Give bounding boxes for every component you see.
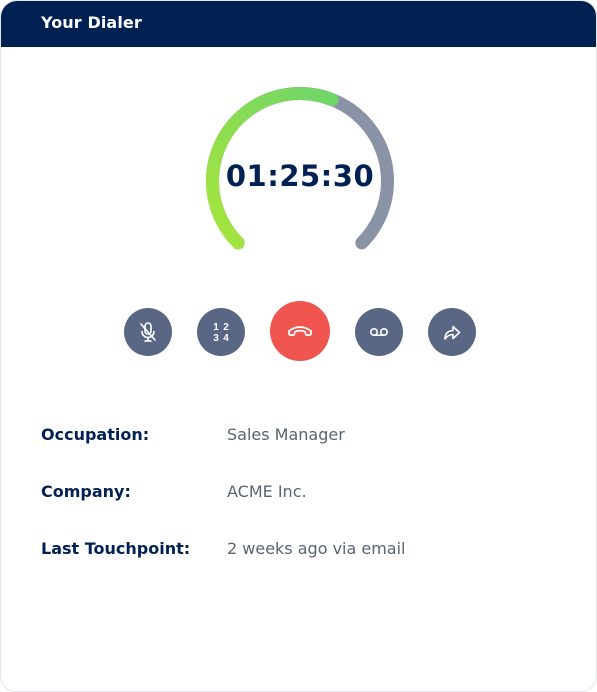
voicemail-button[interactable] <box>355 308 403 356</box>
detail-value: Sales Manager <box>227 425 345 444</box>
call-controls: 1 2 3 4 <box>1 301 596 361</box>
forward-icon <box>444 325 461 340</box>
keypad-button[interactable]: 1 2 3 4 <box>197 308 245 356</box>
end-call-button[interactable] <box>270 301 330 361</box>
phone-hangup-icon <box>288 326 312 336</box>
dialer-header: Your Dialer <box>1 1 596 47</box>
mute-button[interactable] <box>124 308 172 356</box>
detail-value: 2 weeks ago via email <box>227 539 406 558</box>
keypad-digit: 3 <box>213 333 219 344</box>
detail-row-last-touchpoint: Last Touchpoint: 2 weeks ago via email <box>41 539 561 596</box>
call-timer: 01:25:30 <box>200 81 400 281</box>
dialer-card: Your Dialer 01:25:30 1 2 3 4 Occupation:… <box>0 0 597 692</box>
detail-row-occupation: Occupation: Sales Manager <box>41 425 561 482</box>
timer-display: 01:25:30 <box>225 159 375 193</box>
detail-label: Company: <box>41 482 131 501</box>
transfer-button[interactable] <box>428 308 476 356</box>
detail-value: ACME Inc. <box>227 482 307 501</box>
voicemail-icon <box>369 328 389 337</box>
keypad-icon: 1 2 3 4 <box>213 322 229 344</box>
dialer-title: Your Dialer <box>41 13 142 32</box>
contact-details: Occupation: Sales Manager Company: ACME … <box>41 425 561 596</box>
detail-label: Occupation: <box>41 425 150 444</box>
keypad-digit: 4 <box>223 333 229 344</box>
keypad-digit: 2 <box>223 322 229 333</box>
keypad-digit: 1 <box>213 322 219 333</box>
detail-row-company: Company: ACME Inc. <box>41 482 561 539</box>
detail-label: Last Touchpoint: <box>41 539 191 558</box>
mic-off-icon <box>140 322 156 342</box>
